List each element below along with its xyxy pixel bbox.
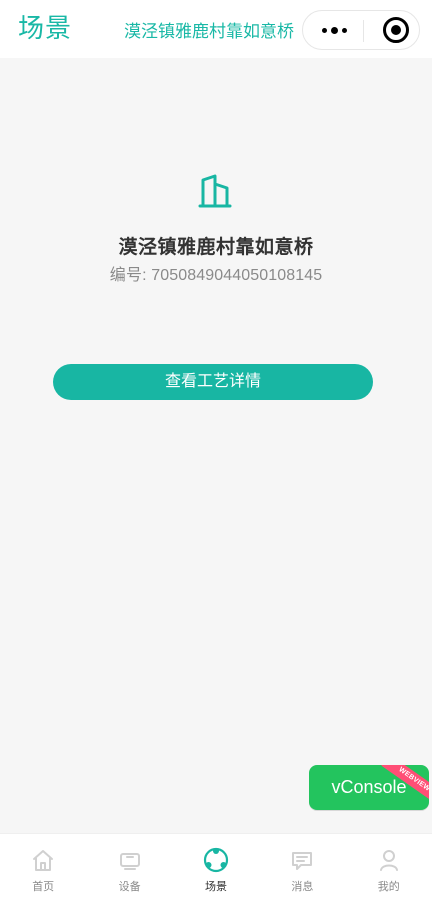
- tab-profile-label: 我的: [377, 881, 400, 893]
- more-dot-middle: [330, 26, 338, 34]
- building-icon: [194, 170, 236, 212]
- home-icon: [28, 845, 58, 875]
- tab-home-label: 首页: [32, 881, 55, 893]
- top-bar: 场景 漠泾镇雅鹿村靠如意桥: [0, 0, 432, 58]
- scene-name: 漠泾镇雅鹿村靠如意桥: [118, 237, 314, 258]
- message-icon: [287, 845, 317, 875]
- tab-devices-label: 设备: [118, 881, 141, 893]
- tab-home[interactable]: 首页: [0, 834, 86, 900]
- scene-id-label: 编号:: [109, 267, 147, 284]
- location-link[interactable]: 漠泾镇雅鹿村靠如意桥: [124, 22, 314, 42]
- scene-id-value: 7050849044050108145: [151, 267, 323, 284]
- tab-profile[interactable]: 我的: [346, 834, 432, 900]
- tab-messages[interactable]: 消息: [259, 834, 345, 900]
- main-content: 漠泾镇雅鹿村靠如意桥 编号: 7050849044050108145 查看工艺详…: [0, 58, 432, 833]
- vconsole-label: vConsole: [331, 777, 407, 797]
- capsule-divider: [363, 20, 364, 42]
- scene-id: 编号: 7050849044050108145: [0, 266, 432, 286]
- profile-icon: [374, 845, 404, 875]
- tab-messages-label: 消息: [291, 881, 314, 893]
- location-link-label: 漠泾镇雅鹿村靠如意桥: [124, 22, 294, 41]
- more-dot-right: [341, 27, 347, 33]
- device-icon: [115, 845, 145, 875]
- tab-scene[interactable]: 场景: [173, 834, 259, 900]
- more-dot-left: [321, 27, 327, 33]
- close-target-icon[interactable]: [383, 17, 409, 43]
- tab-scene-label: 场景: [204, 881, 227, 893]
- bottom-tab-bar: 首页 设备 场景 消息 我的: [0, 833, 432, 900]
- scene-icon: [201, 845, 231, 875]
- more-icon[interactable]: [317, 21, 351, 39]
- tab-devices[interactable]: 设备: [86, 834, 172, 900]
- vconsole-button[interactable]: vConsole WEBVIEW: [309, 765, 429, 810]
- mini-program-capsule: [302, 10, 420, 50]
- target-center: [391, 25, 401, 35]
- page-title: 场景: [18, 13, 73, 43]
- view-process-details-button[interactable]: 查看工艺详情: [53, 364, 373, 400]
